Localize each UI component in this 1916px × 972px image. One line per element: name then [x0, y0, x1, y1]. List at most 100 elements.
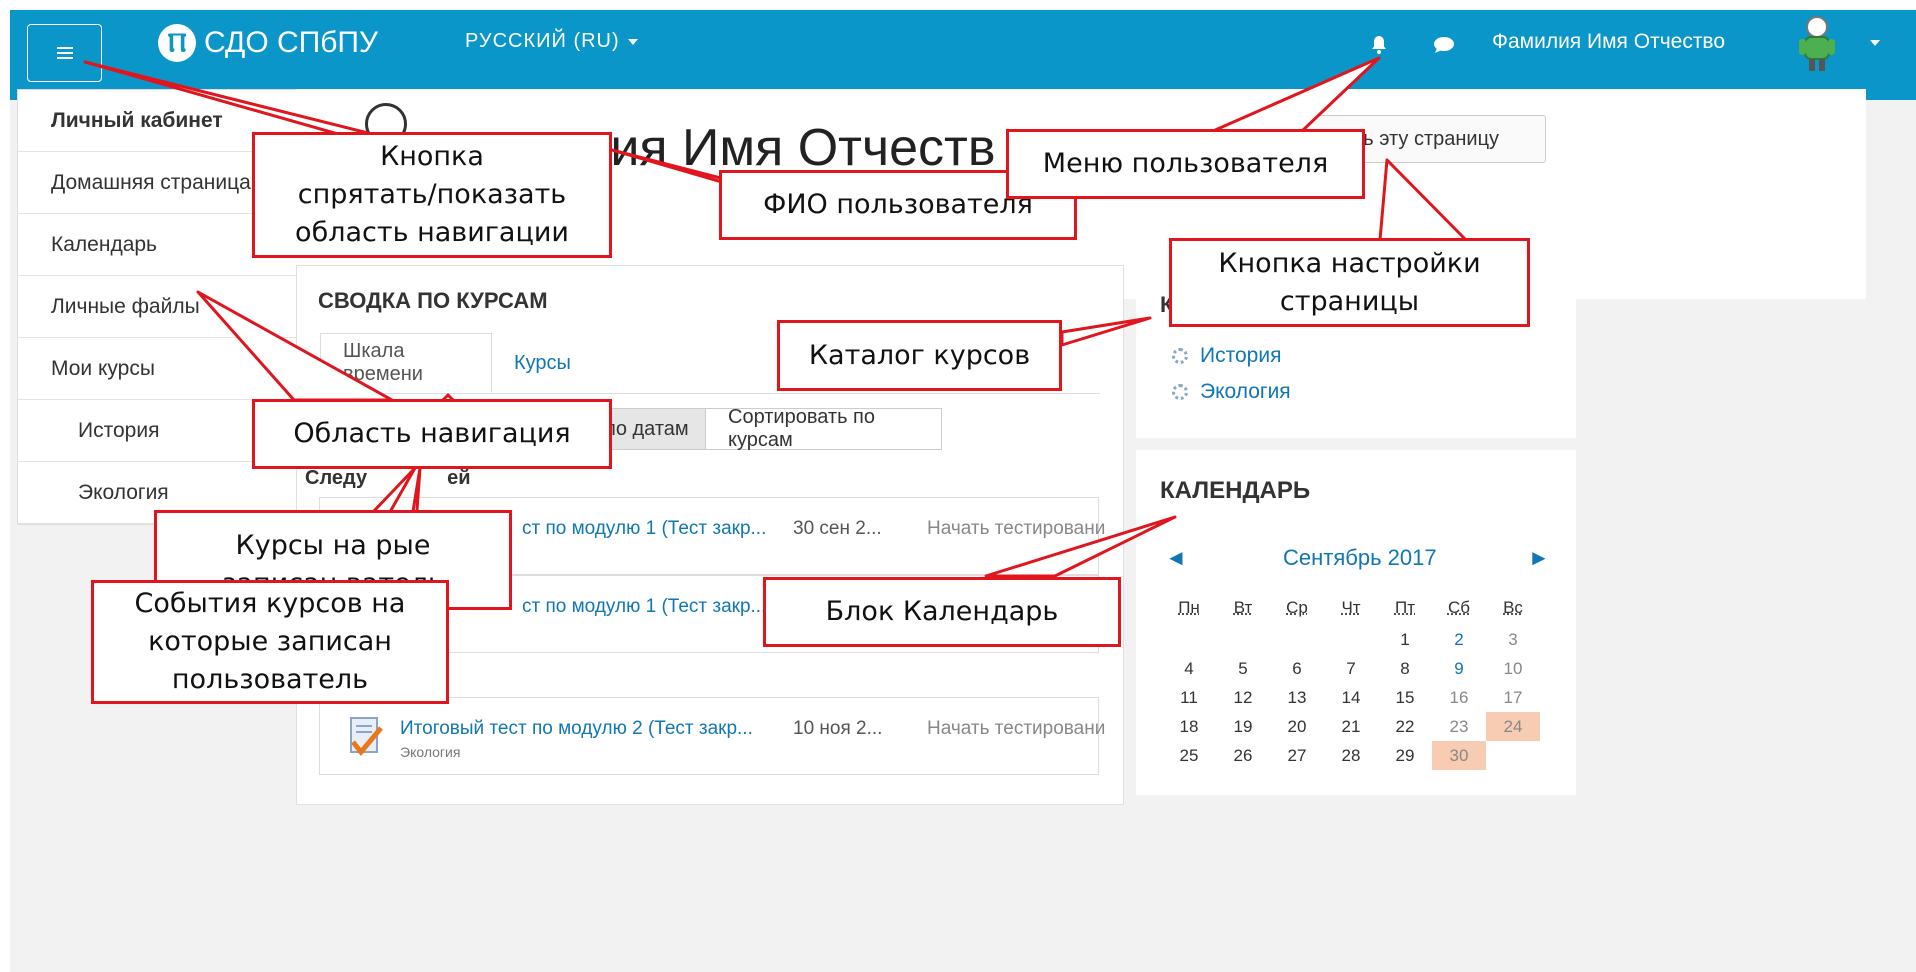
tab-courses[interactable]: Курсы	[492, 333, 593, 393]
course-icon	[1172, 348, 1188, 364]
calendar-day[interactable]: 29	[1378, 741, 1432, 770]
calendar-month-link[interactable]: Сентябрь 2017	[1283, 545, 1437, 571]
calendar-grid: Пн Вт Ср Чт Пт Сб Вс 1 2 3 4 5 6 7 8 9 10 11 12 13 14 15 16 17 1…	[1162, 590, 1540, 770]
calendar-week-row: 18 19 20 21 22 23 24	[1162, 712, 1540, 741]
calendar-day	[1324, 625, 1378, 654]
sidebar-item-files[interactable]: Личные файлы	[18, 276, 336, 338]
nav-toggle-button[interactable]	[27, 24, 102, 82]
catalog-item-label: Экология	[1200, 380, 1291, 403]
calendar-day	[1162, 625, 1216, 654]
calendar-day	[1270, 625, 1324, 654]
calendar-day[interactable]: 27	[1270, 741, 1324, 770]
callout-nav-area: Область навигация	[252, 399, 612, 469]
callout-hide-nav: Кнопка спрятать/показать область навигац…	[252, 132, 612, 258]
next-section-label: Следу ей	[305, 467, 471, 490]
avatar[interactable]	[1795, 15, 1839, 73]
sort-buttons: по датам Сортировать по курсам	[590, 406, 942, 461]
event-course: Экология	[400, 744, 461, 760]
calendar-day[interactable]: 9	[1432, 654, 1486, 683]
site-logo[interactable]: Ⲡ СДО СПбПУ	[158, 24, 378, 62]
calendar-weekday: Пт	[1394, 597, 1415, 617]
page-title: лия Имя Отчеств	[580, 119, 996, 177]
event-date: 30 сен 2...	[793, 518, 882, 539]
calendar-day[interactable]: 26	[1216, 741, 1270, 770]
calendar-day[interactable]: 24	[1486, 712, 1540, 741]
calendar-day[interactable]: 20	[1270, 712, 1324, 741]
event-item: Итоговый тест по модулю 2 (Тест закр... …	[319, 697, 1105, 775]
calendar-day[interactable]: 8	[1378, 654, 1432, 683]
calendar-day[interactable]: 19	[1216, 712, 1270, 741]
catalog-item-label: История	[1200, 344, 1282, 367]
catalog-item-ecology[interactable]: Экология	[1172, 380, 1291, 404]
hamburger-icon	[56, 47, 73, 59]
language-menu[interactable]: РУССКИЙ (RU)	[465, 30, 638, 53]
catalog-item-history[interactable]: История	[1172, 344, 1281, 368]
calendar-title: КАЛЕНДАРЬ	[1160, 477, 1311, 504]
calendar-weekday: Вт	[1233, 597, 1253, 617]
calendar-day[interactable]: 11	[1162, 683, 1216, 712]
callout-page-settings: Кнопка настройки страницы	[1169, 238, 1530, 327]
calendar-day[interactable]: 5	[1216, 654, 1270, 683]
logo-text: СДО СПбПУ	[204, 26, 379, 59]
language-label: РУССКИЙ (RU)	[465, 30, 620, 52]
calendar-day[interactable]: 13	[1270, 683, 1324, 712]
course-icon	[1172, 384, 1188, 400]
sidebar-item-my-courses[interactable]: Мои курсы	[18, 338, 336, 400]
calendar-day[interactable]: 7	[1324, 654, 1378, 683]
calendar-day[interactable]: 14	[1324, 683, 1378, 712]
logo-mark: Ⲡ	[158, 24, 196, 62]
chevron-down-icon	[627, 38, 638, 45]
calendar-day[interactable]: 3	[1486, 625, 1540, 654]
calendar-day[interactable]: 21	[1324, 712, 1378, 741]
callout-course-events: События курсов на которые записан пользо…	[91, 580, 449, 704]
calendar-day[interactable]: 15	[1378, 683, 1432, 712]
chat-icon[interactable]	[1433, 36, 1455, 59]
event-link[interactable]: ст по модулю 1 (Тест закр...	[522, 518, 766, 540]
calendar-day[interactable]: 30	[1432, 741, 1486, 770]
event-action-link[interactable]: Начать тестировани	[927, 718, 1105, 740]
callout-calendar-block: Блок Календарь	[763, 577, 1121, 647]
calendar-day[interactable]: 23	[1432, 712, 1486, 741]
event-link[interactable]: ст по модулю 1 (Тест закр...	[522, 596, 766, 618]
calendar-day[interactable]: 2	[1432, 625, 1486, 654]
event-action-link[interactable]: Начать тестировани	[927, 518, 1105, 540]
calendar-weekday-row: Пн Вт Ср Чт Пт Сб Вс	[1162, 590, 1540, 625]
calendar-day[interactable]: 12	[1216, 683, 1270, 712]
sort-by-courses-button[interactable]: Сортировать по курсам	[706, 406, 942, 451]
user-menu-chevron-icon[interactable]	[1870, 40, 1880, 46]
next-label-head: Следу	[305, 467, 368, 489]
tab-timeline[interactable]: Шкала времени	[320, 333, 492, 393]
event-date: 10 ноя 2...	[793, 718, 883, 739]
calendar-day[interactable]: 10	[1486, 654, 1540, 683]
calendar-day[interactable]: 6	[1270, 654, 1324, 683]
event-link[interactable]: Итоговый тест по модулю 2 (Тест закр...	[400, 718, 753, 740]
calendar-week-row: 11 12 13 14 15 16 17	[1162, 683, 1540, 712]
calendar-weekday: Вс	[1503, 597, 1523, 617]
calendar-week-row: 4 5 6 7 8 9 10	[1162, 654, 1540, 683]
calendar-day[interactable]: 17	[1486, 683, 1540, 712]
calendar-weekday: Ср	[1286, 597, 1308, 617]
callout-course-catalog: Каталог курсов	[777, 320, 1062, 391]
calendar-week-row: 25 26 27 28 29 30	[1162, 741, 1540, 770]
calendar-week-row: 123	[1162, 625, 1540, 654]
next-label-tail: ей	[447, 467, 471, 489]
calendar-day	[1216, 625, 1270, 654]
callout-user-menu: Меню пользователя	[1006, 129, 1365, 199]
calendar-day[interactable]: 22	[1378, 712, 1432, 741]
calendar-day[interactable]: 18	[1162, 712, 1216, 741]
calendar-weekday: Пн	[1178, 597, 1200, 617]
calendar-next-icon[interactable]: ►	[1528, 545, 1550, 571]
user-name[interactable]: Фамилия Имя Отчество	[1492, 30, 1725, 54]
calendar-day	[1486, 741, 1540, 770]
bell-icon[interactable]	[1370, 35, 1388, 61]
calendar-day[interactable]: 16	[1432, 683, 1486, 712]
quiz-icon	[350, 717, 383, 756]
calendar-weekday: Сб	[1447, 597, 1470, 617]
calendar-day[interactable]: 4	[1162, 654, 1216, 683]
calendar-prev-icon[interactable]: ◄	[1165, 545, 1187, 571]
calendar-day[interactable]: 1	[1378, 625, 1432, 654]
calendar-day[interactable]: 28	[1324, 741, 1378, 770]
calendar-weekday: Чт	[1341, 597, 1361, 617]
course-overview-title: СВОДКА ПО КУРСАМ	[318, 288, 548, 313]
calendar-day[interactable]: 25	[1162, 741, 1216, 770]
